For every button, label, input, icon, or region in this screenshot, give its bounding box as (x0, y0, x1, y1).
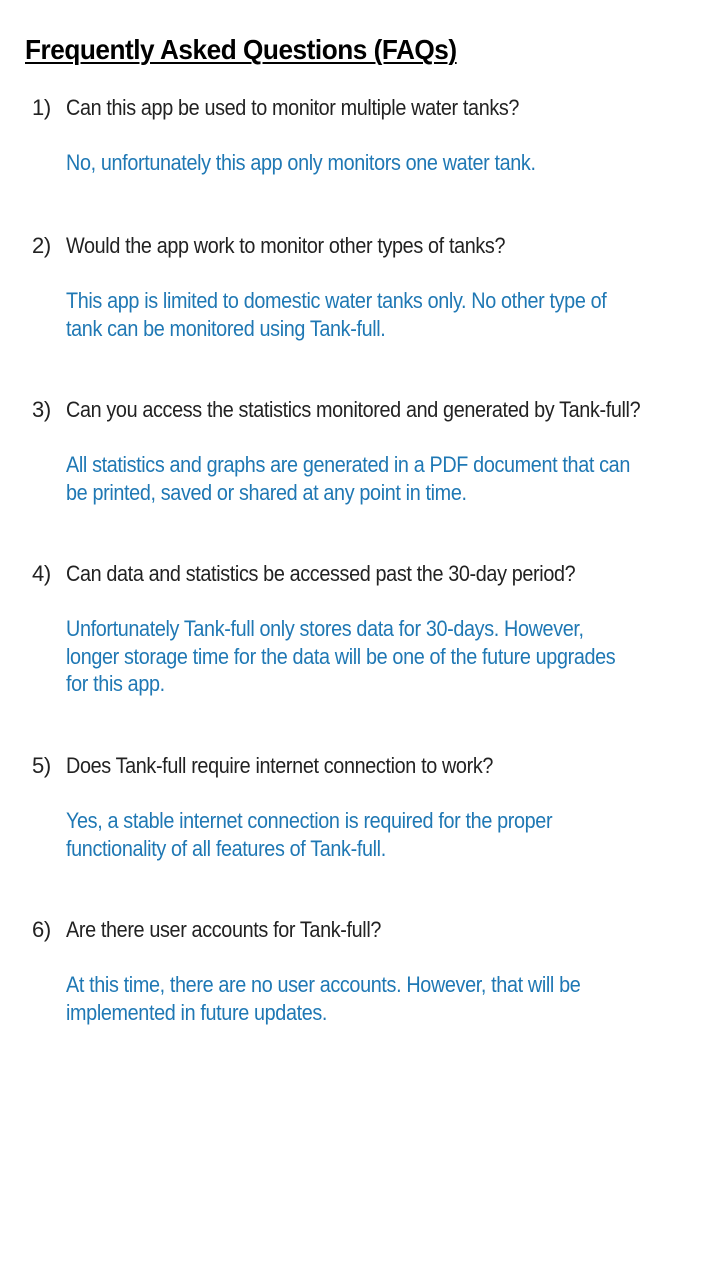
faq-answer-line: This app is limited to domestic water ta… (66, 288, 607, 313)
faq-answer-line: All statistics and graphs are generated … (66, 452, 630, 477)
faq-answer: At this time, there are no user accounts… (66, 971, 696, 1026)
faq-page: Frequently Asked Questions (FAQs) 1) Can… (0, 0, 720, 1280)
faq-answer-line: be printed, saved or shared at any point… (66, 479, 467, 505)
faq-number: 5) (32, 753, 51, 778)
faq-answer: All statistics and graphs are generated … (66, 451, 696, 506)
faq-answer-line: tank can be monitored using Tank-full. (66, 315, 386, 341)
faq-question: Would the app work to monitor other type… (66, 233, 506, 258)
faq-answer-line: for this app. (66, 671, 165, 696)
faq-answer-line: No, unfortunately this app only monitors… (66, 150, 536, 175)
faq-question: Can data and statistics be accessed past… (66, 561, 576, 586)
faq-answer: Yes, a stable internet connection is req… (66, 807, 696, 862)
faq-answer-line: At this time, there are no user accounts… (66, 972, 581, 997)
faq-answer-line: functionality of all features of Tank-fu… (66, 835, 386, 861)
faq-question: Can this app be used to monitor multiple… (66, 95, 520, 120)
faq-answer-line: Unfortunately Tank-full only stores data… (66, 616, 584, 641)
faq-answer-line: Yes, a stable internet connection is req… (66, 808, 553, 833)
faq-question: Are there user accounts for Tank-full? (66, 917, 382, 942)
faq-number: 6) (32, 917, 51, 942)
faq-answer: Unfortunately Tank-full only stores data… (66, 615, 696, 698)
faq-question: Can you access the statistics monitored … (66, 397, 641, 422)
faq-answer-line: implemented in future updates. (66, 999, 328, 1025)
faq-number: 4) (32, 561, 51, 586)
faq-number: 1) (32, 95, 51, 120)
faq-number: 2) (32, 233, 51, 258)
faq-question: Does Tank-full require internet connecti… (66, 753, 494, 778)
faq-answer: This app is limited to domestic water ta… (66, 287, 696, 342)
faq-answer: No, unfortunately this app only monitors… (66, 149, 696, 177)
faq-list: 1) Can this app be used to monitor multi… (0, 0, 720, 1280)
faq-answer-line: longer storage time for the data will be… (66, 643, 616, 669)
faq-number: 3) (32, 397, 51, 422)
